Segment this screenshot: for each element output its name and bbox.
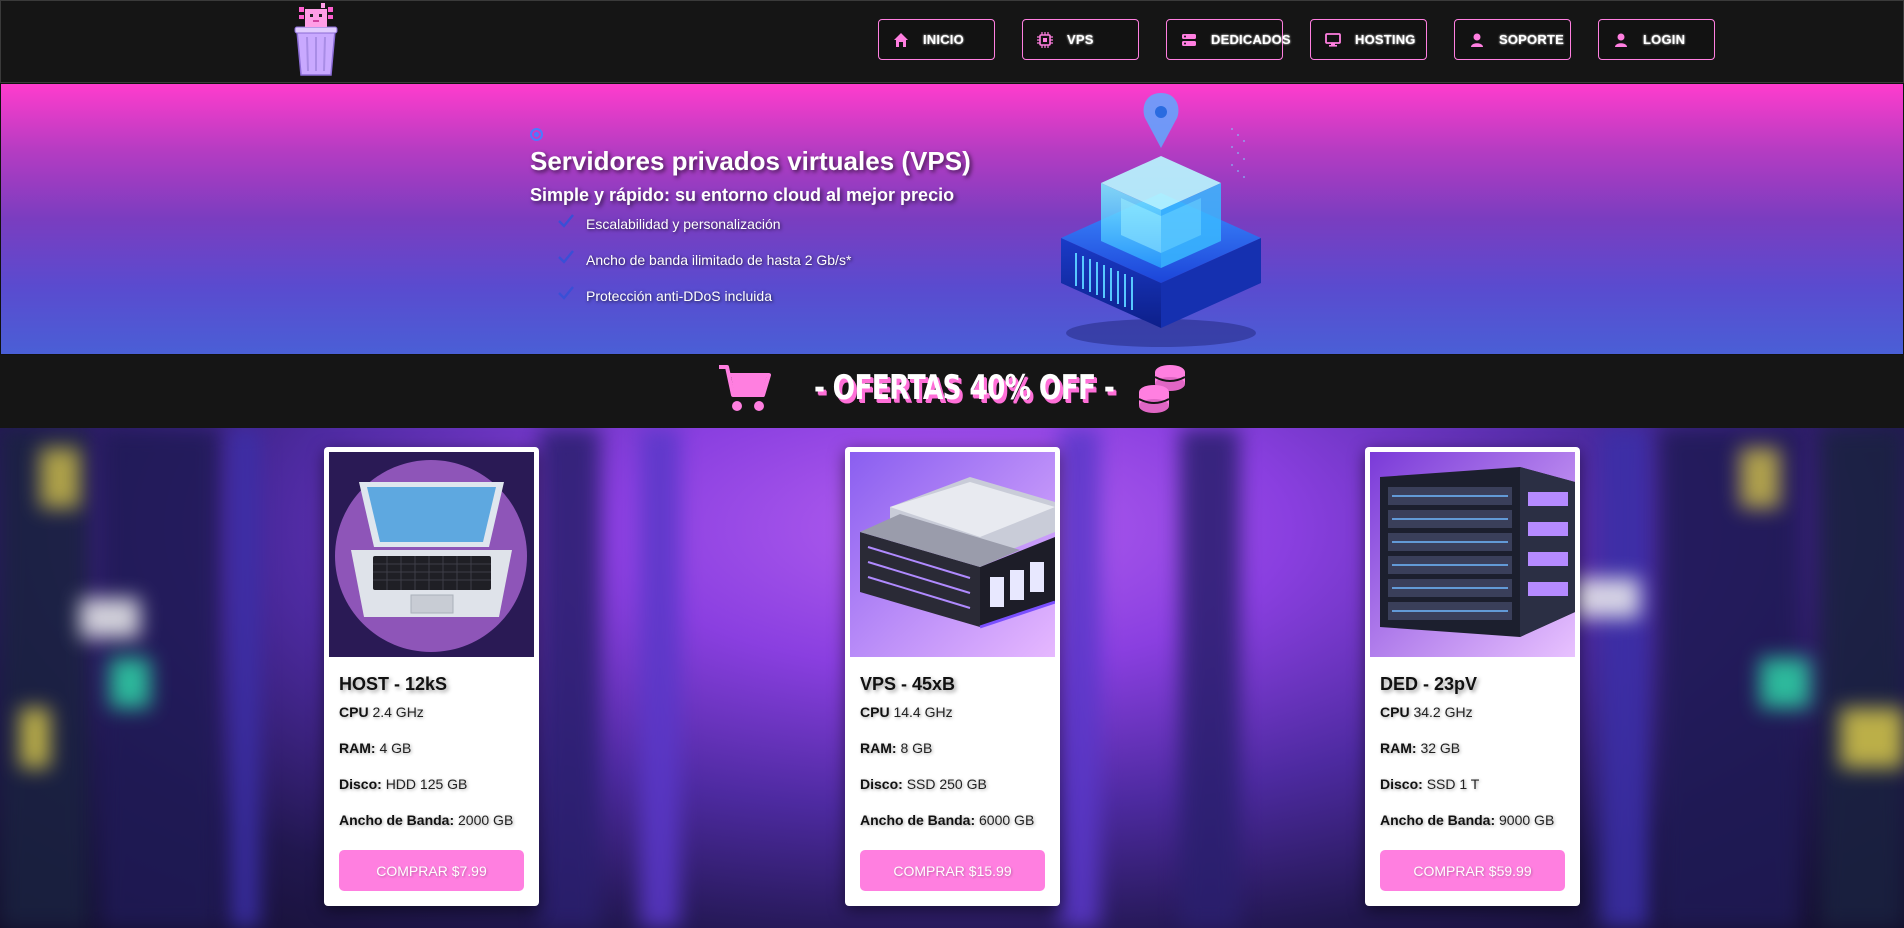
- coins-icon: [1138, 365, 1186, 413]
- offers-bar: - OFERTAS 40% OFF -: [0, 355, 1904, 428]
- spec-label: RAM:: [339, 740, 376, 756]
- nav-hosting-button[interactable]: HOSTING: [1310, 19, 1427, 60]
- server-icon: [1182, 33, 1196, 46]
- spec-value: 6000 GB: [979, 812, 1035, 828]
- feature-label: Protección anti-DDoS incluida: [586, 288, 772, 304]
- spec-label: Disco:: [1380, 776, 1423, 792]
- plan-title: HOST - 12kS: [339, 674, 448, 694]
- spec-disk: Disco: HDD 125 GB: [339, 776, 467, 792]
- plan-card-host: HOST - 12kS CPU 2.4 GHz RAM: 4 GB Disco:…: [324, 447, 539, 906]
- hero-banner: Servidores privados virtuales (VPS) Simp…: [0, 83, 1904, 355]
- nav-vps-label: VPS: [1067, 32, 1094, 47]
- feature-label: Ancho de banda ilimitado de hasta 2 Gb/s…: [586, 252, 852, 268]
- spec-label: CPU: [1380, 704, 1410, 720]
- spec-value: 2.4 GHz: [372, 704, 424, 720]
- spec-disk: Disco: SSD 1 T: [1380, 776, 1479, 792]
- target-icon: [530, 128, 543, 141]
- spec-label: Disco:: [339, 776, 382, 792]
- buy-button[interactable]: COMPRAR $15.99: [860, 850, 1045, 891]
- buy-button[interactable]: COMPRAR $59.99: [1380, 850, 1565, 891]
- spec-cpu: CPU 2.4 GHz: [339, 704, 424, 720]
- spec-label: CPU: [339, 704, 369, 720]
- nav-login-label: LOGIN: [1643, 32, 1686, 47]
- spec-value: 4 GB: [379, 740, 412, 756]
- feature-item: Protección anti-DDoS incluida: [558, 286, 772, 304]
- top-navbar: INICIO VPS DEDICADOS HOSTING SOPORTE LOG…: [0, 0, 1904, 83]
- monitor-icon: [1325, 32, 1341, 47]
- spec-cpu: CPU 34.2 GHz: [1380, 704, 1473, 720]
- spec-ram: RAM: 4 GB: [339, 740, 411, 756]
- buy-button[interactable]: COMPRAR $7.99: [339, 850, 524, 891]
- nav-dedicados-label: DEDICADOS: [1211, 32, 1291, 47]
- spec-label: Ancho de Banda:: [1380, 812, 1496, 828]
- spec-value: SSD 1 T: [1426, 776, 1480, 792]
- spec-value: 32 GB: [1420, 740, 1461, 756]
- spec-label: Disco:: [860, 776, 903, 792]
- spec-value: 14.4 GHz: [893, 704, 953, 720]
- feature-label: Escalabilidad y personalización: [586, 216, 781, 232]
- hero-subtitle: Simple y rápido: su entorno cloud al mej…: [530, 185, 955, 205]
- plan-card-vps: VPS - 45xB CPU 14.4 GHz RAM: 8 GB Disco:…: [845, 447, 1060, 906]
- user-icon: [1615, 33, 1627, 47]
- spec-value: SSD 250 GB: [906, 776, 987, 792]
- spec-cpu: CPU 14.4 GHz: [860, 704, 953, 720]
- spec-label: RAM:: [1380, 740, 1417, 756]
- user-icon: [1471, 33, 1483, 47]
- spec-value: 34.2 GHz: [1413, 704, 1473, 720]
- nav-inicio-button[interactable]: INICIO: [878, 19, 995, 60]
- spec-disk: Disco: SSD 250 GB: [860, 776, 987, 792]
- nav-inicio-label: INICIO: [923, 32, 964, 47]
- spec-label: Ancho de Banda:: [860, 812, 976, 828]
- spec-label: RAM:: [860, 740, 897, 756]
- feature-item: Escalabilidad y personalización: [558, 214, 781, 232]
- spec-bandwidth: Ancho de Banda: 9000 GB: [1380, 812, 1554, 828]
- nav-hosting-label: HOSTING: [1355, 32, 1416, 47]
- home-icon: [894, 32, 908, 47]
- hero-title: Servidores privados virtuales (VPS): [530, 146, 971, 176]
- spec-ram: RAM: 32 GB: [1380, 740, 1460, 756]
- plan-card-dedicated: DED - 23pV CPU 34.2 GHz RAM: 32 GB Disco…: [1365, 447, 1580, 906]
- check-icon: [558, 286, 574, 300]
- nav-soporte-label: SOPORTE: [1499, 32, 1564, 47]
- nav-login-button[interactable]: LOGIN: [1598, 19, 1715, 60]
- spec-label: Ancho de Banda:: [339, 812, 455, 828]
- cloud-server-illustration: [1061, 93, 1261, 347]
- spec-value: HDD 125 GB: [385, 776, 468, 792]
- shopping-cart-icon: [719, 365, 771, 411]
- spec-bandwidth: Ancho de Banda: 2000 GB: [339, 812, 513, 828]
- spec-ram: RAM: 8 GB: [860, 740, 932, 756]
- check-icon: [558, 250, 574, 264]
- spec-label: CPU: [860, 704, 890, 720]
- axolotl-trash-logo[interactable]: [291, 3, 341, 77]
- plan-title: DED - 23pV: [1380, 674, 1478, 694]
- spec-bandwidth: Ancho de Banda: 6000 GB: [860, 812, 1034, 828]
- laptop-image: [329, 452, 534, 657]
- spec-value: 8 GB: [900, 740, 933, 756]
- server-rack-image: [1370, 452, 1575, 657]
- check-icon: [558, 214, 574, 228]
- offers-title: - OFERTAS 40% OFF -: [814, 368, 1115, 408]
- nav-vps-button[interactable]: VPS: [1022, 19, 1139, 60]
- nav-soporte-button[interactable]: SOPORTE: [1454, 19, 1571, 60]
- feature-item: Ancho de banda ilimitado de hasta 2 Gb/s…: [558, 250, 852, 268]
- spec-value: 9000 GB: [1499, 812, 1555, 828]
- server-unit-image: [850, 452, 1055, 657]
- plan-title: VPS - 45xB: [860, 674, 956, 694]
- spec-value: 2000 GB: [458, 812, 514, 828]
- nav-dedicados-button[interactable]: DEDICADOS: [1166, 19, 1291, 60]
- chip-icon: [1037, 31, 1053, 48]
